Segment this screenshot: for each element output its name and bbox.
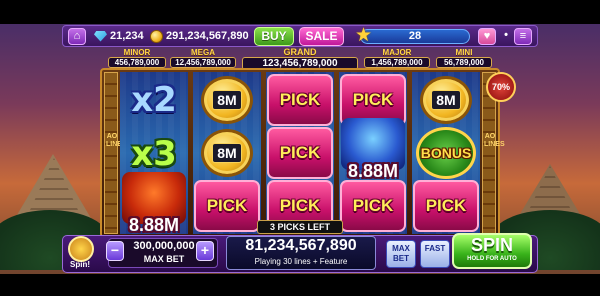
pick-symbol[interactable]: PICK [194,180,260,232]
jackpot-grand: GRAND 123,456,789,000 [242,48,358,70]
pick-symbol[interactable]: PICK [340,180,406,232]
jackpot-mega: MEGA 12,456,789,000 [170,48,236,68]
bet-decrease-button[interactable]: − [106,241,124,261]
spin-sublabel: HOLD FOR AUTO [467,256,517,262]
spin-button[interactable]: SPIN HOLD FOR AUTO [452,233,532,269]
spin-label: SPIN [470,235,513,255]
level-bar[interactable]: 28 [360,29,470,44]
blue-mask-icon: 8.88M [341,118,405,181]
gem-icon [94,30,107,42]
pick-symbol[interactable]: PICK [267,74,333,126]
piggy-bank-icon[interactable]: ♥ [478,28,496,45]
buy-button[interactable]: BUY [254,27,294,46]
pillar-left: AO LINES [104,72,127,234]
bonus-symbol: BONUS [413,127,479,179]
coins-value: 291,234,567,890 [166,30,249,42]
lock-icon: • [504,29,508,41]
menu-icon[interactable]: ≡ [514,28,532,45]
pick-symbol[interactable]: PICK [267,127,333,179]
letterbox-top [0,0,600,24]
pick-symbol[interactable]: PICK [413,180,479,232]
home-icon[interactable]: ⌂ [68,28,86,45]
mask-prize-symbol: 8.88M [121,172,187,235]
bet-increase-button[interactable]: + [196,241,214,261]
coin-symbol: 8M [413,74,479,126]
sale-button[interactable]: SALE [299,27,344,46]
jackpot-major: MAJOR 1,456,789,000 [364,48,430,68]
daily-spin-label: Spin! [70,260,90,269]
win-subtitle: Playing 30 lines + Feature [254,257,348,266]
game-screen: ⌂ 21,234 291,234,567,890 BUY SALE 28 ★ ♥… [0,0,600,296]
picks-left-label: 3 PICKS LEFT [257,220,343,234]
progress-badge[interactable]: 70% [486,72,516,102]
win-value: 81,234,567,890 [245,237,357,254]
fast-button[interactable]: FAST [420,240,450,268]
bet-label: MAX BET [143,254,185,264]
coin-symbol: 8M [194,127,260,179]
daily-spin-icon[interactable] [68,236,94,262]
max-bet-button[interactable]: MAX BET [386,240,416,268]
coin-symbol: 8M [194,74,260,126]
bet-value: 300,000,000 [133,240,195,252]
star-icon: ★ [355,25,373,46]
gems-counter[interactable]: 21,234 [94,27,144,45]
letterbox-bottom [0,274,600,296]
multiplier-symbol: x2 [131,80,177,120]
coin-icon [150,29,163,43]
jackpot-minor: MINOR 456,789,000 [108,48,166,68]
mask-prize-symbol: 8.88M [340,118,406,181]
gems-value: 21,234 [110,30,144,42]
mask-icon: 8.88M [122,172,186,235]
jackpot-mini: MINI 56,789,000 [436,48,492,68]
coins-counter[interactable]: 291,234,567,890 [150,27,249,45]
